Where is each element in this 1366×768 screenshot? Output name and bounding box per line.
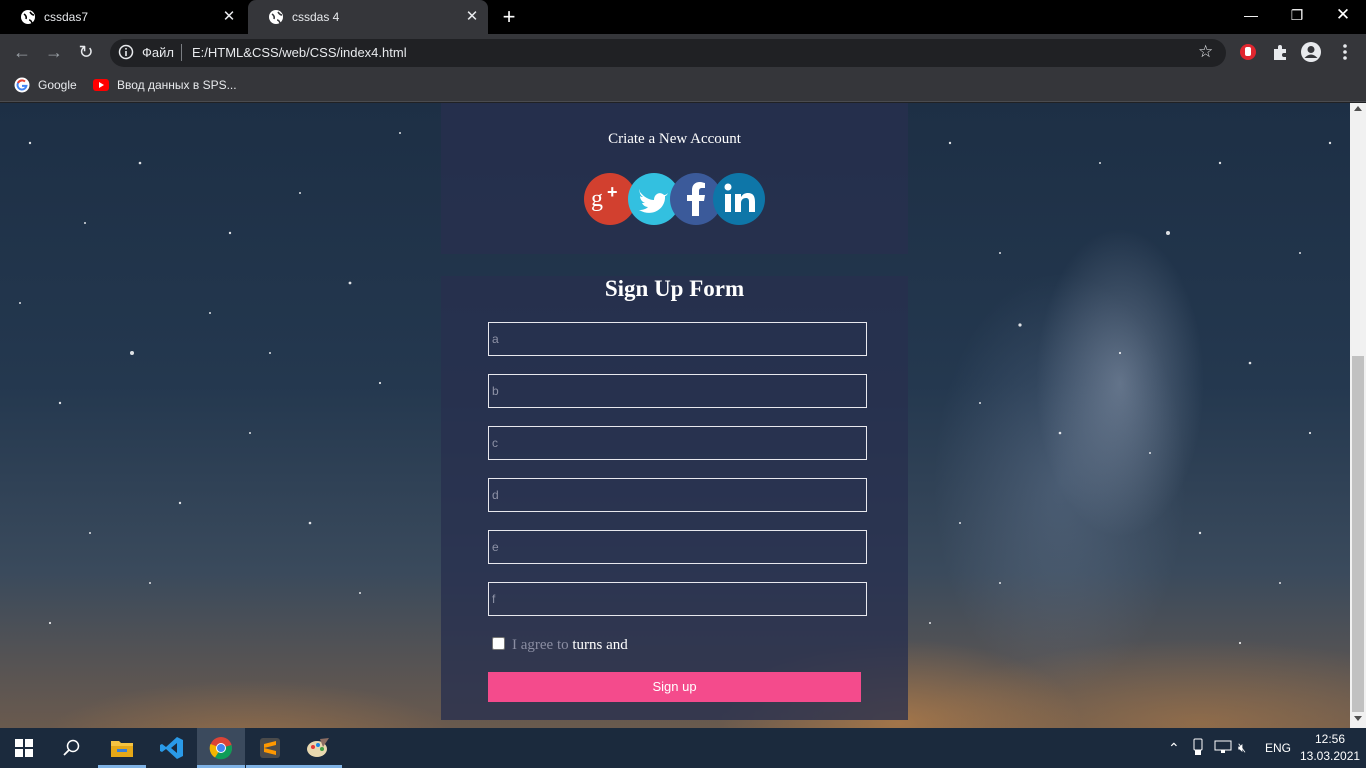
window-close-icon[interactable]: ✕ bbox=[1320, 0, 1366, 30]
linkedin-icon[interactable] bbox=[712, 172, 766, 226]
svg-text:g: g bbox=[591, 186, 603, 212]
svg-text:+: + bbox=[607, 182, 618, 202]
scroll-down-arrow[interactable] bbox=[1354, 716, 1362, 721]
globe-icon bbox=[269, 10, 283, 24]
new-tab-button[interactable]: + bbox=[498, 6, 520, 28]
field-a[interactable] bbox=[488, 322, 867, 356]
field-e[interactable] bbox=[488, 530, 867, 564]
close-icon[interactable]: ✕ bbox=[464, 9, 480, 25]
field-c[interactable] bbox=[488, 426, 867, 460]
google-icon bbox=[14, 77, 30, 93]
tab-cssdas7[interactable]: cssdas7 ✕ bbox=[0, 0, 245, 34]
vscode-icon[interactable] bbox=[148, 728, 196, 768]
show-hidden-icons-icon[interactable]: ⌃ bbox=[1168, 740, 1180, 756]
usb-device-icon[interactable] bbox=[1192, 738, 1204, 756]
system-clock[interactable]: 12:56 13.03.2021 bbox=[1300, 731, 1360, 765]
profile-icon[interactable] bbox=[1300, 41, 1322, 63]
close-icon[interactable]: ✕ bbox=[221, 9, 237, 25]
clock-date: 13.03.2021 bbox=[1300, 749, 1361, 763]
agree-checkbox[interactable] bbox=[492, 637, 505, 650]
tab-title: cssdas7 bbox=[44, 10, 89, 24]
sublime-text-icon[interactable] bbox=[246, 728, 294, 768]
tab-title: cssdas 4 bbox=[292, 10, 340, 24]
menu-kebab-icon[interactable] bbox=[1334, 41, 1356, 63]
signup-button[interactable]: Sign up bbox=[488, 672, 861, 702]
agree-text-link: turns and bbox=[572, 637, 628, 653]
tab-strip: cssdas7 ✕ cssdas 4 ✕ + — ❐ ✕ bbox=[0, 0, 1366, 34]
scheme-label: Файл bbox=[142, 45, 174, 60]
field-f[interactable] bbox=[488, 582, 867, 616]
minimize-icon[interactable]: — bbox=[1228, 0, 1274, 30]
create-account-panel bbox=[441, 103, 908, 254]
agree-text-muted: I agree to bbox=[512, 637, 569, 653]
bookmark-label: Google bbox=[38, 78, 77, 92]
adblock-extension-icon[interactable] bbox=[1237, 41, 1259, 63]
volume-muted-icon[interactable]: 🔇︎ bbox=[1238, 740, 1246, 756]
url-text[interactable]: E:/HTML&CSS/web/CSS/index4.html bbox=[192, 44, 407, 61]
start-icon[interactable] bbox=[0, 728, 48, 768]
create-account-title: Criate a New Account bbox=[608, 131, 741, 147]
clock-time: 12:56 bbox=[1314, 732, 1346, 746]
bookmark-sps[interactable]: Ввод данных в SPS... bbox=[93, 77, 237, 93]
info-icon[interactable] bbox=[118, 44, 134, 60]
tab-cssdas-4[interactable]: cssdas 4 ✕ bbox=[248, 0, 488, 34]
field-b[interactable] bbox=[488, 374, 867, 408]
bookmark-google[interactable]: Google bbox=[14, 77, 77, 93]
youtube-icon bbox=[93, 79, 109, 91]
chrome-icon[interactable] bbox=[197, 728, 245, 768]
paint-icon[interactable] bbox=[294, 728, 342, 768]
back-icon[interactable]: ← bbox=[8, 38, 36, 66]
restore-icon[interactable]: ❐ bbox=[1274, 0, 1320, 30]
form-title: Sign Up Form bbox=[604, 276, 745, 301]
extensions-icon[interactable] bbox=[1269, 41, 1291, 63]
reload-icon[interactable]: ↻ bbox=[72, 38, 100, 66]
field-d[interactable] bbox=[488, 478, 867, 512]
globe-icon bbox=[21, 10, 35, 24]
network-icon[interactable] bbox=[1214, 740, 1232, 754]
bookmark-label: Ввод данных в SPS... bbox=[117, 78, 237, 92]
omnibox-divider bbox=[181, 44, 182, 61]
agree-label: I agree to turns and bbox=[512, 636, 628, 654]
scroll-up-arrow[interactable] bbox=[1354, 106, 1362, 111]
forward-icon[interactable]: → bbox=[40, 38, 68, 66]
scroll-thumb[interactable] bbox=[1352, 356, 1364, 712]
search-icon[interactable] bbox=[48, 728, 96, 768]
language-indicator[interactable]: ENG bbox=[1265, 740, 1291, 756]
file-explorer-icon[interactable] bbox=[98, 728, 146, 768]
bookmark-star-icon[interactable]: ☆ bbox=[1198, 41, 1213, 63]
